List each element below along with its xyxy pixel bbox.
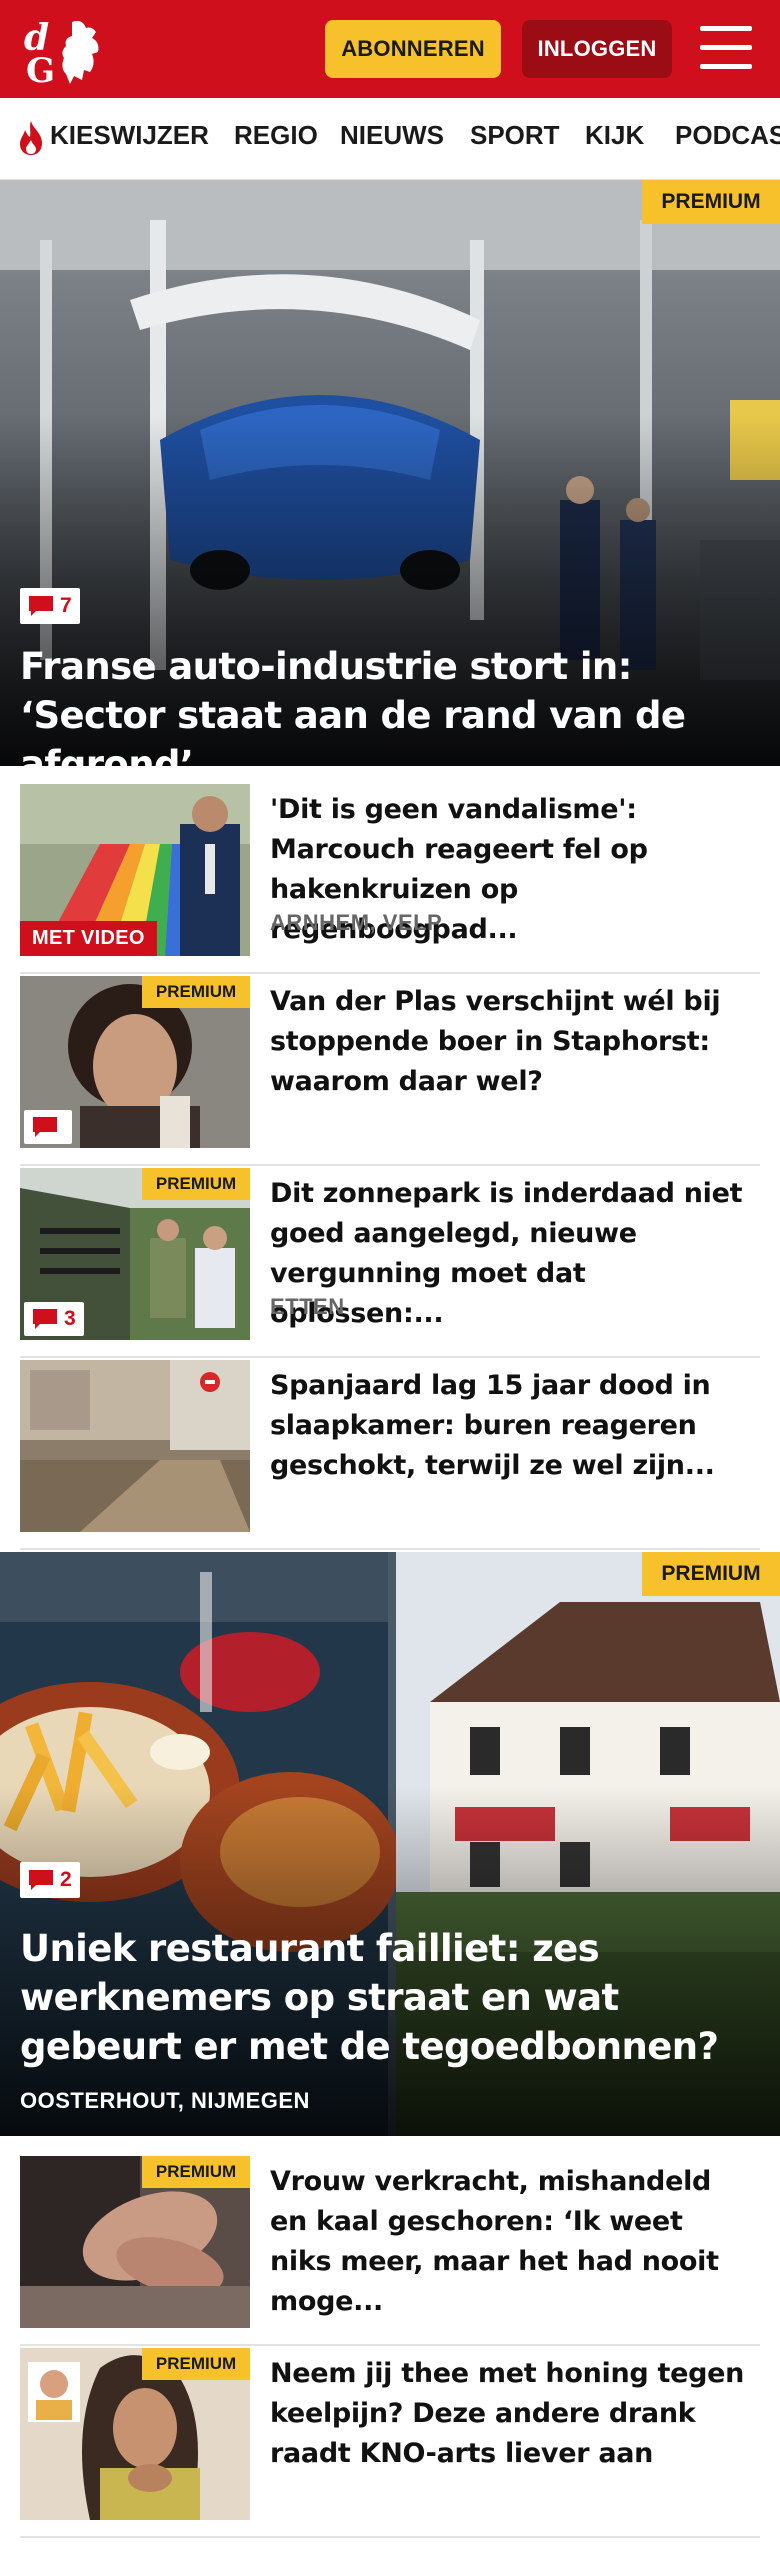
list-item[interactable]: MET VIDEO 'Dit is geen vandalisme': Marc… — [20, 784, 760, 974]
nav-item-sport[interactable]: SPORT — [470, 120, 560, 151]
comment-count-badge[interactable]: 2 — [20, 1862, 80, 1898]
premium-badge: PREMIUM — [142, 976, 250, 1008]
hero-article[interactable]: PREMIUM 7 Franse auto-industrie stort in… — [0, 180, 780, 766]
nav-item-podcast[interactable]: PODCAS — [675, 120, 780, 151]
article-image — [20, 1360, 250, 1532]
site-logo[interactable]: d G — [22, 14, 114, 86]
flame-icon — [20, 121, 42, 155]
section-nav: KIESWIJZER REGIO NIEUWS SPORT KIJK PODCA… — [0, 98, 780, 180]
article-thumbnail: PREMIUM — [20, 2156, 250, 2328]
video-label: MET VIDEO — [20, 921, 157, 956]
article-thumbnail: PREMIUM — [20, 2348, 250, 2520]
article-thumbnail: PREMIUM 3 — [20, 1168, 250, 1340]
article-title[interactable]: Vrouw verkracht, mishandeld en kaal gesc… — [270, 2162, 750, 2322]
list-item[interactable]: PREMIUM Van der Plas verschijnt wél bij … — [20, 976, 760, 1166]
nav-item-nieuws[interactable]: NIEUWS — [340, 120, 444, 151]
comment-count-badge[interactable] — [24, 1110, 72, 1144]
comment-count: 2 — [60, 1868, 72, 1891]
nav-item-regio[interactable]: REGIO — [234, 120, 318, 151]
nav-item-kieswijzer[interactable]: KIESWIJZER — [50, 120, 209, 151]
article-thumbnail: MET VIDEO — [20, 784, 250, 956]
article-thumbnail: PREMIUM — [20, 976, 250, 1148]
comment-count: 7 — [60, 594, 72, 617]
hero-title[interactable]: Uniek restaurant failliet: zes werknemer… — [20, 1924, 760, 2071]
premium-badge: PREMIUM — [642, 1552, 780, 1596]
nav-item-kijk[interactable]: KIJK — [585, 120, 644, 151]
premium-badge: PREMIUM — [142, 1168, 250, 1200]
svg-text:G: G — [26, 51, 55, 86]
premium-badge: PREMIUM — [142, 2348, 250, 2380]
menu-icon[interactable] — [700, 26, 752, 70]
hero-title[interactable]: Franse auto-industrie stort in: ‘Sector … — [20, 642, 760, 766]
article-thumbnail — [20, 1360, 250, 1532]
article-location: ARNHEM, VELP — [270, 910, 443, 935]
article-title[interactable]: Neem jij thee met honing tegen keelpijn?… — [270, 2354, 750, 2474]
comment-count: 3 — [64, 1307, 76, 1330]
comment-count-badge[interactable]: 3 — [24, 1302, 84, 1336]
hero-article-2[interactable]: PREMIUM 2 Uniek restaurant failliet: zes… — [0, 1552, 780, 2136]
list-item[interactable]: PREMIUM Neem jij thee met honing tegen k… — [20, 2348, 760, 2538]
premium-badge: PREMIUM — [642, 180, 780, 224]
site-header: d G ABONNEREN INLOGGEN — [0, 0, 780, 98]
premium-badge: PREMIUM — [142, 2156, 250, 2188]
login-button[interactable]: INLOGGEN — [522, 20, 672, 78]
comment-icon — [29, 596, 53, 616]
subscribe-button[interactable]: ABONNEREN — [325, 20, 501, 78]
comment-icon — [33, 1309, 57, 1329]
comment-count-badge[interactable]: 7 — [20, 588, 80, 624]
hero-location: OOSTERHOUT, NIJMEGEN — [20, 2088, 310, 2113]
list-item[interactable]: Spanjaard lag 15 jaar dood in slaapkamer… — [20, 1360, 760, 1550]
article-location: ETTEN — [270, 1294, 345, 1319]
article-title[interactable]: Spanjaard lag 15 jaar dood in slaapkamer… — [270, 1366, 750, 1486]
list-item[interactable]: PREMIUM Vrouw verkracht, mishandeld en k… — [20, 2156, 760, 2346]
comment-icon — [29, 1870, 53, 1890]
comment-icon — [33, 1117, 57, 1137]
list-item[interactable]: PREMIUM 3 Dit zonnepark is inderdaad nie… — [20, 1168, 760, 1358]
article-title[interactable]: Van der Plas verschijnt wél bij stoppend… — [270, 982, 750, 1102]
